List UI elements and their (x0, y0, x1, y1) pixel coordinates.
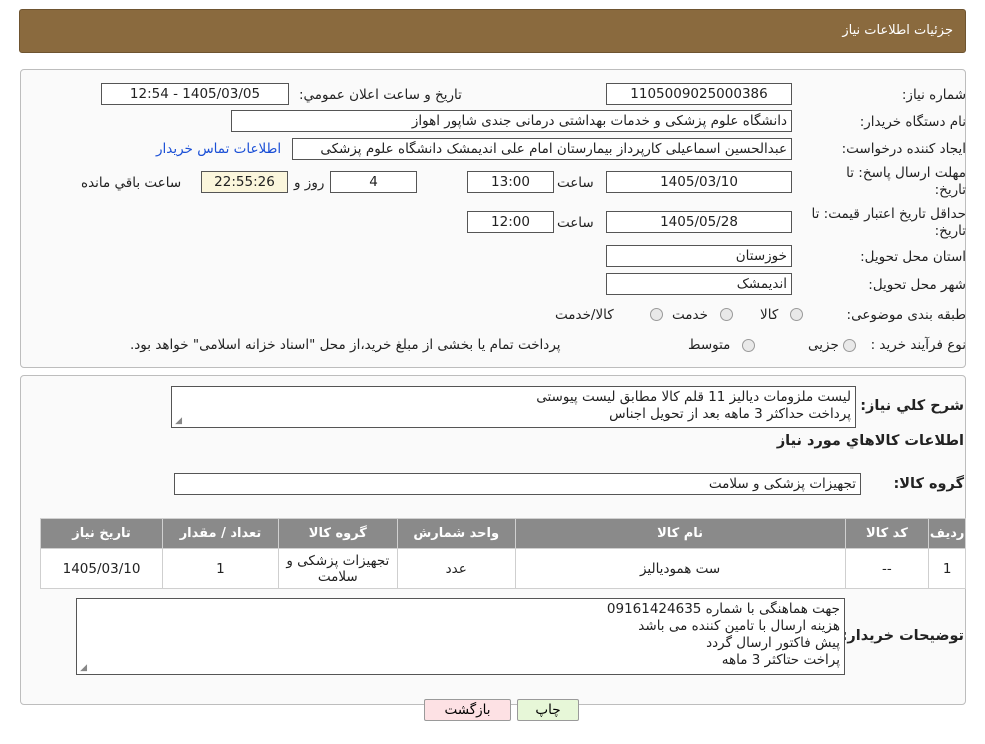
cell-row: 1 (928, 548, 966, 589)
need-number-field: 1105009025000386 (606, 83, 792, 105)
resize-handle-icon[interactable]: ◢ (79, 664, 87, 673)
buyer-note-line: جهت هماهنگی با شماره 09161424635 (606, 601, 840, 617)
announce-label: تاریخ و ساعت اعلان عمومي: (299, 87, 462, 103)
col-unit: واحد شمارش (396, 518, 516, 549)
deadline-time-label: ساعت (557, 175, 594, 191)
deadline-label: مهلت ارسال پاسخ: تا تاریخ: (846, 165, 966, 198)
process-medium-label: متوسط (688, 337, 731, 353)
remaining-time-field: 22:55:26 (201, 171, 288, 193)
goods-table-header: ردیف کد کالا نام کالا واحد شمارش گروه کا… (39, 518, 966, 549)
goods-info-title: اطلاعات کالاهاي مورد نیاز (776, 433, 964, 449)
process-minor-radio[interactable] (843, 339, 856, 352)
cell-quantity: 1 (162, 548, 279, 589)
resize-handle-icon[interactable]: ◢ (174, 417, 182, 426)
category-service-radio[interactable] (720, 308, 733, 321)
validity-time-label: ساعت (557, 215, 594, 231)
process-label: نوع فرآیند خرید : (870, 337, 966, 353)
category-goods-label: کالا (760, 307, 779, 323)
goods-group-field: تجهیزات پزشکی و سلامت (174, 473, 861, 495)
deadline-date-field: 1405/03/10 (606, 171, 792, 193)
summary-line-2: پرداخت حداکثر 3 ماهه بعد از تحویل اجناس (609, 406, 851, 422)
goods-table: ردیف کد کالا نام کالا واحد شمارش گروه کا… (39, 518, 966, 589)
validity-time-field: 12:00 (467, 211, 554, 233)
buyer-org-label: نام دستگاه خریدار: (859, 114, 966, 130)
province-label: استان محل تحویل: (860, 249, 966, 265)
city-field: اندیمشک (606, 273, 792, 295)
process-minor-label: جزیی (808, 337, 839, 353)
category-goods-radio[interactable] (790, 308, 803, 321)
col-name: نام کالا (514, 518, 846, 549)
buyer-note-line: هزینه ارسال با تامین کننده می باشد (638, 618, 840, 634)
province-field: خوزستان (606, 245, 792, 267)
buyer-notes-textarea[interactable]: جهت هماهنگی با شماره 09161424635 هزینه ا… (76, 598, 845, 675)
days-label: روز و (294, 175, 325, 191)
buyer-contact-link[interactable]: اطلاعات تماس خریدار (156, 141, 281, 157)
days-remaining-field: 4 (330, 171, 417, 193)
buyer-notes-label: توضیحات خریدار: (841, 628, 964, 644)
page-title: جزئیات اطلاعات نیاز (842, 23, 953, 38)
cell-name: ست همودیالیز (514, 548, 846, 589)
goods-group-label: گروه کالا: (893, 476, 964, 492)
announce-datetime-field: 1405/03/05 - 12:54 (101, 83, 289, 105)
remaining-label: ساعت باقي مانده (81, 175, 182, 191)
creator-label: ایجاد کننده درخواست: (841, 141, 966, 157)
validity-date-field: 1405/05/28 (606, 211, 792, 233)
table-row: 1 -- ست همودیالیز عدد تجهیزات پزشکی و سل… (39, 548, 966, 589)
category-both-label: کالا/خدمت (555, 307, 614, 323)
col-group: گروه کالا (277, 518, 398, 549)
cell-code: -- (844, 548, 930, 589)
buyer-org-field: دانشگاه علوم پزشکی و خدمات بهداشتی درمان… (231, 110, 792, 132)
process-note: پرداخت تمام یا بخشی از مبلغ خرید،از محل … (130, 337, 561, 353)
col-row: ردیف (928, 518, 966, 549)
category-label: طبقه بندی موضوعی: (846, 307, 966, 323)
summary-textarea[interactable]: لیست ملزومات دیالیز 11 قلم کالا مطابق لی… (171, 386, 856, 428)
col-quantity: تعداد / مقدار (162, 518, 279, 549)
col-date: تاریخ نیاز (39, 518, 164, 549)
print-button[interactable]: چاپ (517, 699, 579, 721)
cell-date: 1405/03/10 (39, 548, 164, 589)
creator-field: عبدالحسین اسماعیلی کارپرداز بیمارستان ام… (292, 138, 792, 160)
back-button[interactable]: بازگشت (424, 699, 511, 721)
col-code: کد کالا (844, 518, 930, 549)
summary-label: شرح کلي نیاز: (860, 398, 964, 414)
process-medium-radio[interactable] (742, 339, 755, 352)
cell-group: تجهیزات پزشکی و سلامت (277, 548, 398, 589)
summary-line-1: لیست ملزومات دیالیز 11 قلم کالا مطابق لی… (536, 389, 851, 405)
cell-unit: عدد (396, 548, 516, 589)
buyer-note-line: پراخت حتاکثر 3 ماهه (721, 652, 840, 668)
deadline-time-field: 13:00 (467, 171, 554, 193)
city-label: شهر محل تحویل: (868, 277, 966, 293)
page-header: جزئیات اطلاعات نیاز (19, 9, 966, 53)
buyer-note-line: پیش فاکتور ارسال گردد (706, 635, 840, 651)
category-both-radio[interactable] (650, 308, 663, 321)
category-service-label: خدمت (672, 307, 708, 323)
validity-label: حداقل تاریخ اعتبار قیمت: تا تاریخ: (811, 206, 966, 239)
need-number-label: شماره نیاز: (901, 87, 966, 103)
